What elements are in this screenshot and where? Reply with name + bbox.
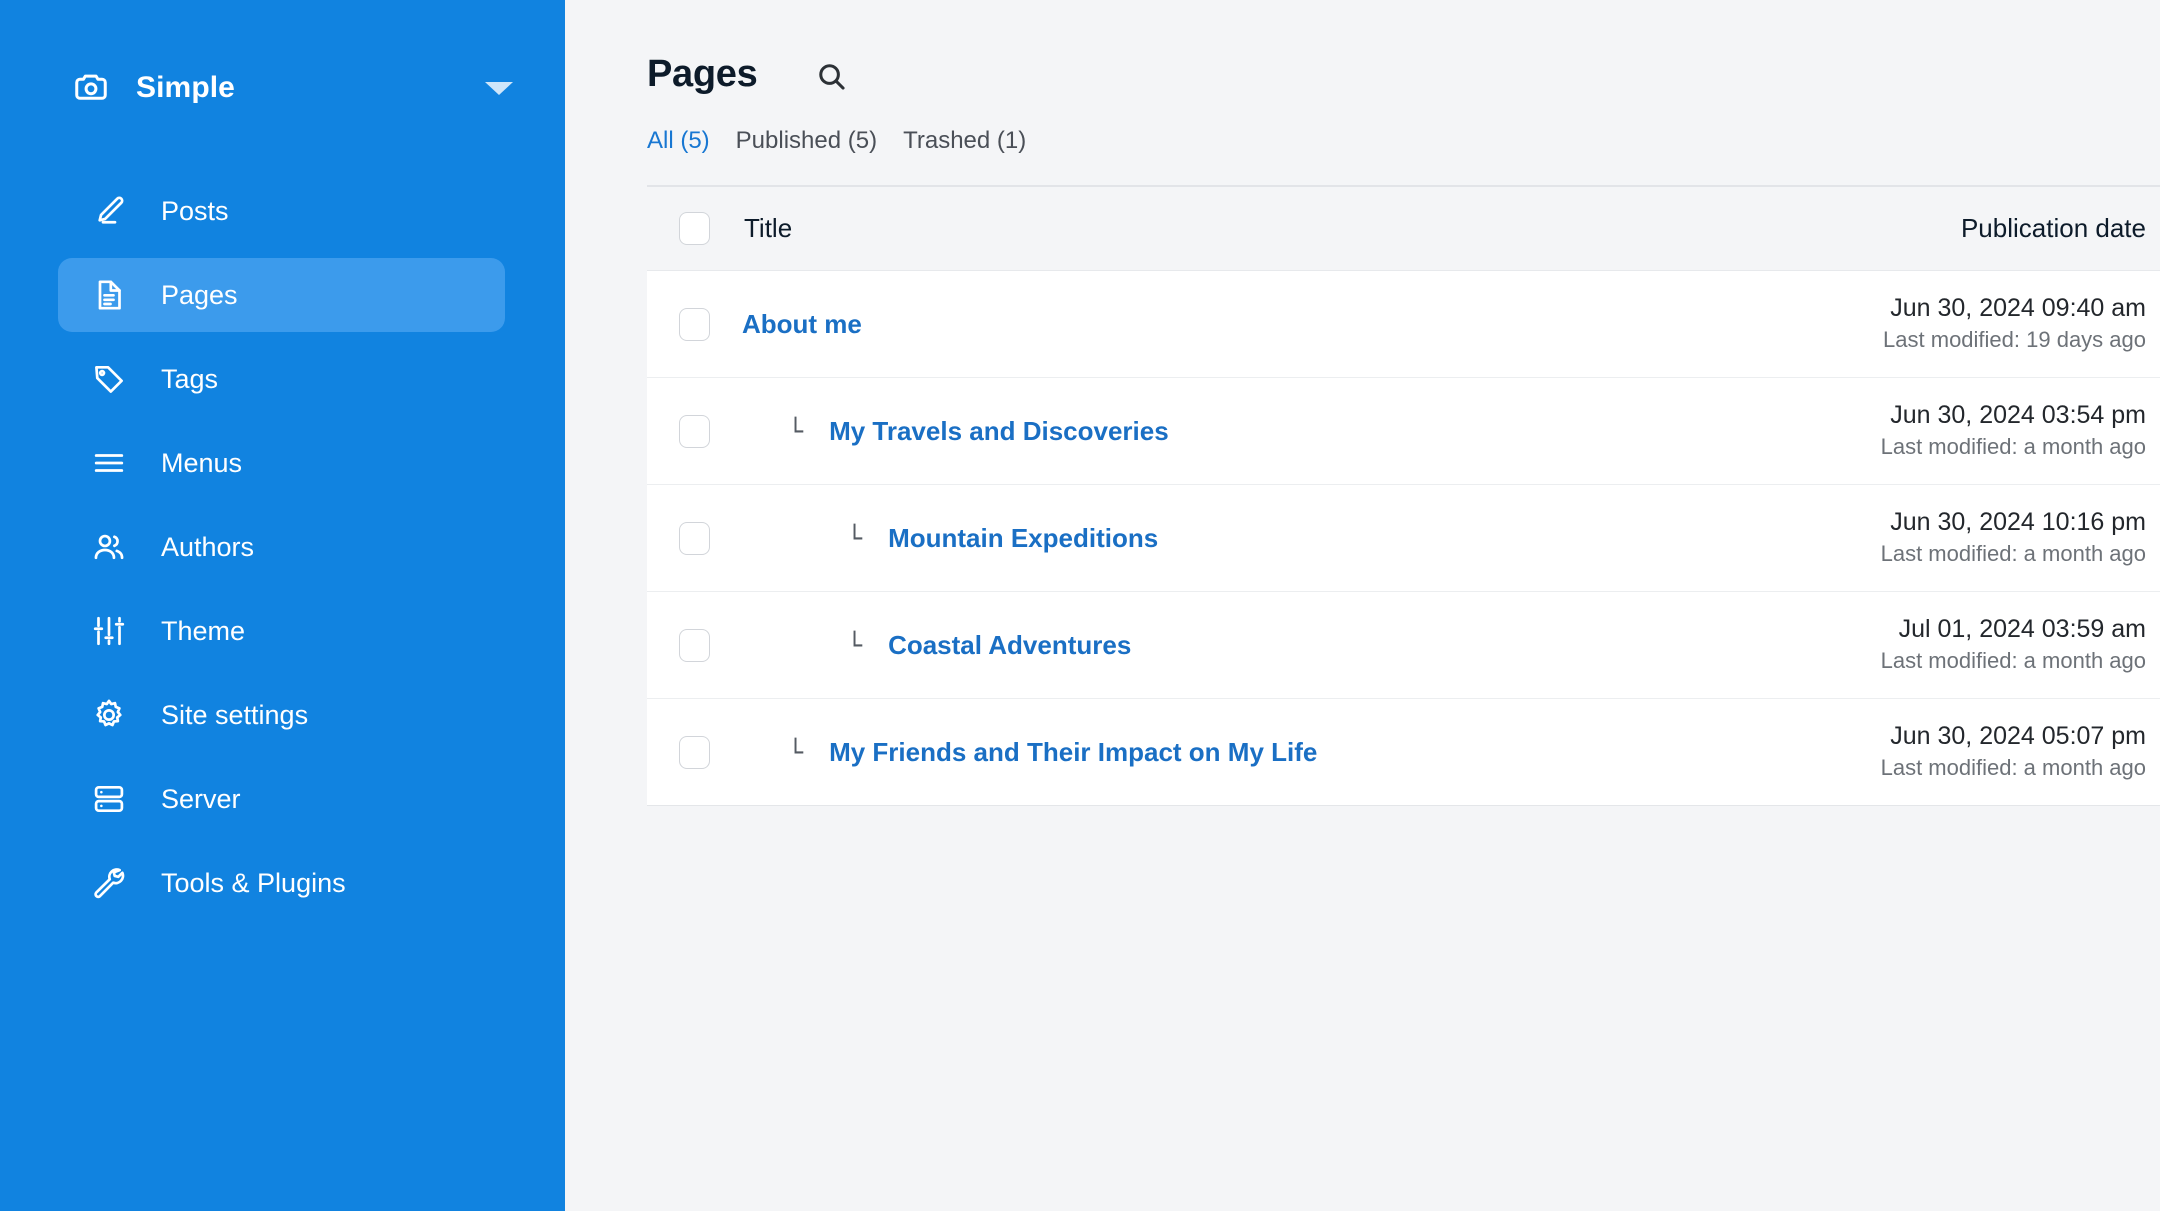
table-row[interactable]: └ Mountain Expeditions Jun 30, 2024 10:1… — [647, 485, 2160, 592]
row-date-cell: Jun 30, 2024 10:16 pm Last modified: a m… — [1590, 506, 2160, 570]
sidebar-item-tags[interactable]: Tags — [58, 342, 505, 416]
filter-tabs: All (5) Published (5) Trashed (1) — [565, 96, 2160, 155]
tab-all[interactable]: All (5) — [647, 127, 710, 155]
gear-icon — [90, 696, 128, 734]
sidebar-item-theme[interactable]: Theme — [58, 594, 505, 668]
column-header-date: Publication date — [1960, 213, 2146, 243]
row-date-cell: Jul 01, 2024 03:59 am Last modified: a m… — [1590, 613, 2160, 677]
row-select-cell — [647, 521, 742, 555]
chevron-down-icon[interactable] — [485, 81, 513, 95]
page-title-link[interactable]: My Travels and Discoveries — [829, 416, 1169, 447]
tree-branch-icon: └ — [847, 630, 863, 660]
row-checkbox[interactable] — [679, 414, 710, 448]
row-checkbox[interactable] — [679, 735, 710, 769]
table-row[interactable]: └ Coastal Adventures Jul 01, 2024 03:59 … — [647, 592, 2160, 699]
publication-date: Jun 30, 2024 03:54 pm — [1890, 401, 2146, 430]
table-row[interactable]: About me Jun 30, 2024 09:40 am Last modi… — [647, 271, 2160, 378]
table-header-row: Title Publication date — [647, 187, 2160, 271]
sidebar-item-authors[interactable]: Authors — [58, 510, 505, 584]
row-title-cell: └ Mountain Expeditions — [742, 523, 1590, 554]
sidebar-item-label: Tools & Plugins — [161, 867, 346, 898]
menu-icon — [90, 444, 128, 482]
publication-date: Jun 30, 2024 09:40 am — [1890, 294, 2146, 323]
wrench-icon — [90, 864, 128, 902]
column-header-title-cell: Title — [742, 213, 1590, 244]
sliders-icon — [90, 612, 128, 650]
row-date-cell: Jun 30, 2024 09:40 am Last modified: 19 … — [1590, 292, 2160, 356]
sidebar-item-label: Authors — [161, 531, 255, 562]
row-select-cell — [647, 628, 742, 662]
publication-date: Jun 30, 2024 10:16 pm — [1890, 508, 2146, 537]
row-checkbox[interactable] — [679, 307, 710, 341]
page-header: Pages — [565, 0, 2160, 96]
row-title-cell: About me — [742, 309, 1590, 340]
pages-table: Title Publication date About me Jun 30, … — [647, 185, 2160, 806]
last-modified: Last modified: 19 days ago — [1883, 327, 2146, 353]
tree-branch-icon: └ — [847, 523, 863, 553]
last-modified: Last modified: a month ago — [1880, 434, 2146, 460]
brand-name: Simple — [136, 71, 235, 104]
last-modified: Last modified: a month ago — [1880, 755, 2146, 781]
users-icon — [90, 528, 128, 566]
row-checkbox[interactable] — [679, 628, 710, 662]
page-title: Pages — [647, 52, 758, 95]
row-date-cell: Jun 30, 2024 03:54 pm Last modified: a m… — [1590, 399, 2160, 463]
sidebar-item-label: Posts — [161, 195, 229, 226]
tag-icon — [90, 360, 128, 398]
row-date-cell: Jun 30, 2024 05:07 pm Last modified: a m… — [1590, 720, 2160, 784]
row-select-cell — [647, 307, 742, 341]
sidebar: Simple Posts Pages Tags Menus Authors Th… — [0, 0, 565, 1211]
camera-icon — [72, 69, 110, 107]
table-row[interactable]: └ My Friends and Their Impact on My Life… — [647, 699, 2160, 806]
sidebar-item-label: Pages — [161, 279, 238, 310]
tree-branch-icon: └ — [788, 416, 804, 446]
page-title-link[interactable]: My Friends and Their Impact on My Life — [829, 737, 1317, 768]
sidebar-item-pages[interactable]: Pages — [58, 258, 505, 332]
row-checkbox[interactable] — [679, 521, 710, 555]
sidebar-item-server[interactable]: Server — [58, 762, 505, 836]
last-modified: Last modified: a month ago — [1880, 541, 2146, 567]
sidebar-item-posts[interactable]: Posts — [58, 174, 505, 248]
pencil-icon — [90, 192, 128, 230]
sidebar-item-label: Tags — [161, 363, 219, 394]
document-icon — [90, 276, 128, 314]
column-header-title: Title — [744, 213, 793, 243]
tab-trashed[interactable]: Trashed (1) — [903, 127, 1026, 155]
sidebar-item-tools-plugins[interactable]: Tools & Plugins — [58, 846, 505, 920]
server-icon — [90, 780, 128, 818]
row-title-cell: └ My Travels and Discoveries — [742, 416, 1590, 447]
select-all-checkbox[interactable] — [679, 212, 710, 245]
sidebar-item-label: Server — [161, 783, 241, 814]
brand-selector[interactable]: Simple — [0, 62, 565, 114]
sidebar-item-site-settings[interactable]: Site settings — [58, 678, 505, 752]
publication-date: Jul 01, 2024 03:59 am — [1898, 615, 2146, 644]
publication-date: Jun 30, 2024 05:07 pm — [1890, 722, 2146, 751]
sidebar-item-menus[interactable]: Menus — [58, 426, 505, 500]
main-content: Pages All (5) Published (5) Trashed (1) … — [565, 0, 2160, 1211]
sidebar-nav: Posts Pages Tags Menus Authors Theme Sit… — [0, 174, 565, 920]
sidebar-item-label: Theme — [161, 615, 246, 646]
sidebar-item-label: Site settings — [161, 699, 309, 730]
tab-published[interactable]: Published (5) — [736, 127, 877, 155]
row-select-cell — [647, 735, 742, 769]
page-title-link[interactable]: About me — [742, 309, 862, 340]
page-title-link[interactable]: Coastal Adventures — [888, 630, 1131, 661]
row-title-cell: └ Coastal Adventures — [742, 630, 1590, 661]
table-row[interactable]: └ My Travels and Discoveries Jun 30, 202… — [647, 378, 2160, 485]
tree-branch-icon: └ — [788, 737, 804, 767]
last-modified: Last modified: a month ago — [1880, 648, 2146, 674]
sidebar-item-label: Menus — [161, 447, 243, 478]
select-all-cell — [647, 212, 742, 245]
search-icon[interactable] — [811, 56, 851, 96]
row-select-cell — [647, 414, 742, 448]
page-title-link[interactable]: Mountain Expeditions — [888, 523, 1158, 554]
row-title-cell: └ My Friends and Their Impact on My Life — [742, 737, 1590, 768]
